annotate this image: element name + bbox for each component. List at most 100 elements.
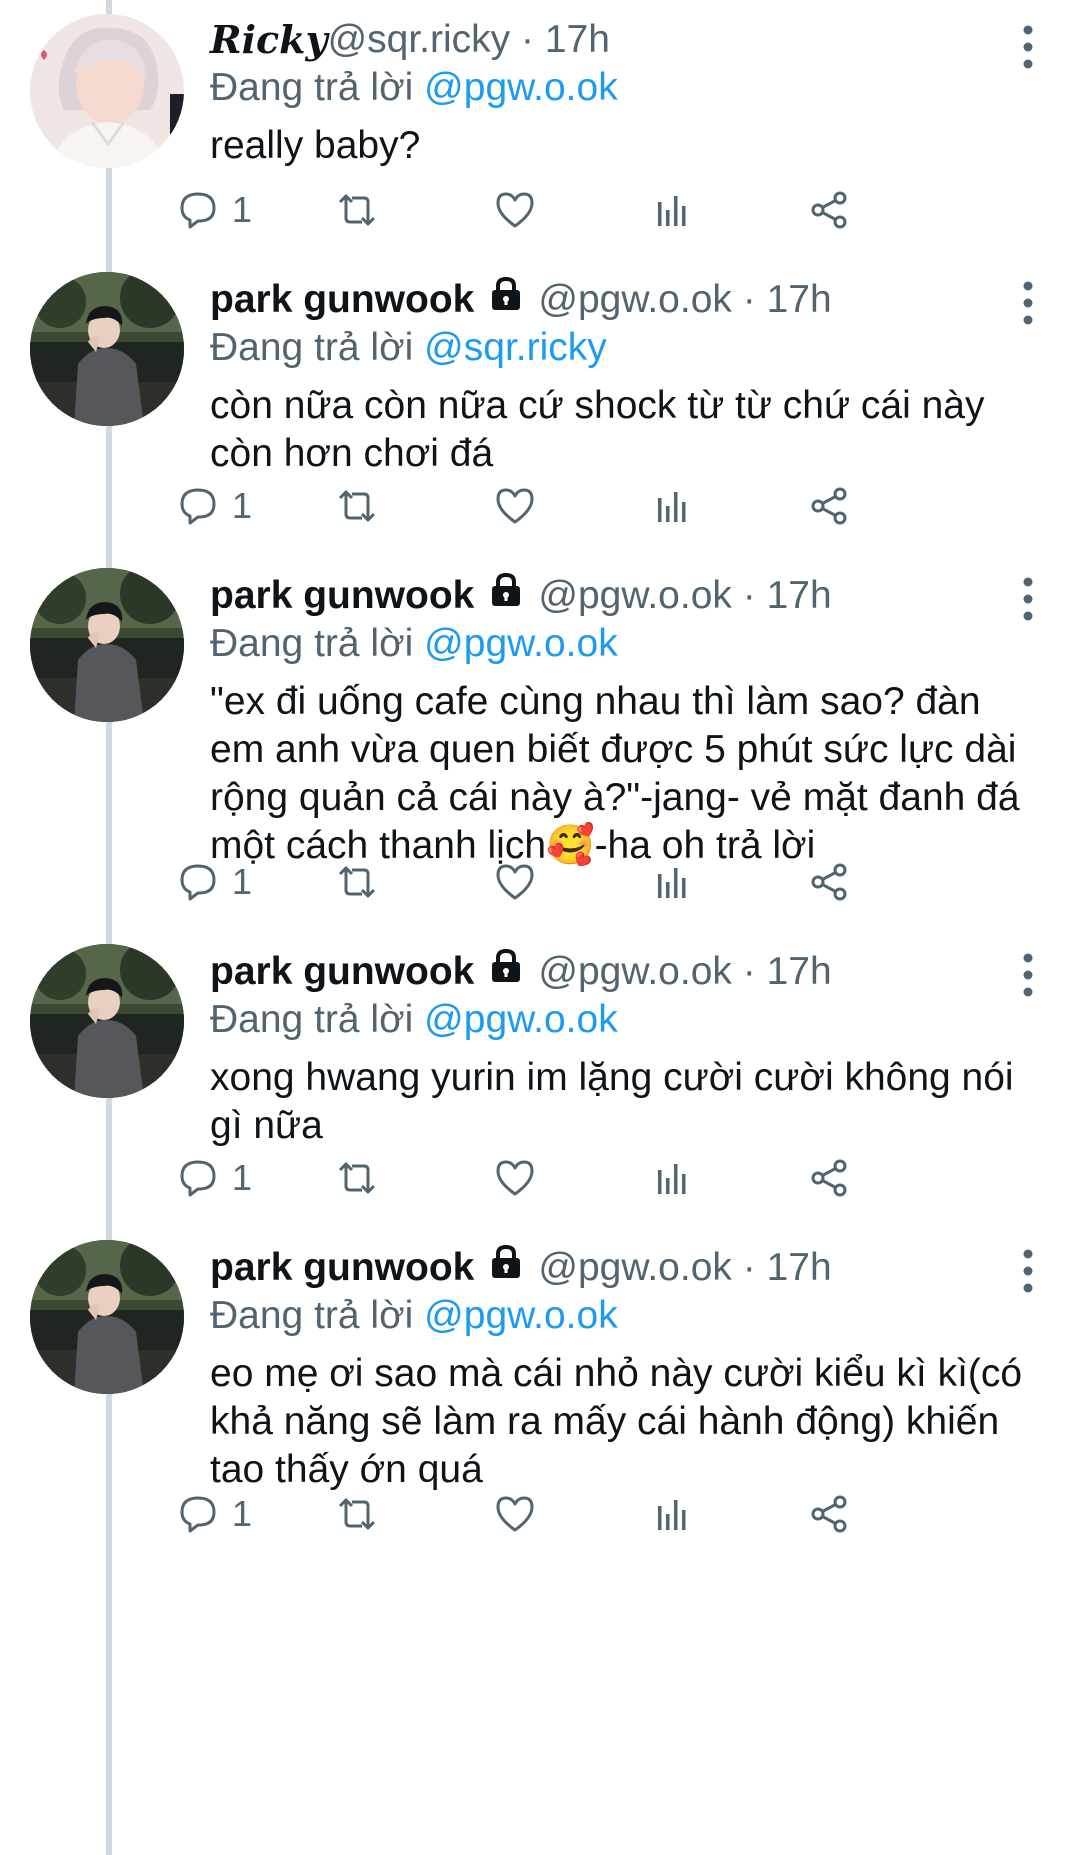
reply-context: Đang trả lời @pgw.o.ok bbox=[210, 1292, 1040, 1340]
timestamp[interactable]: 17h bbox=[545, 16, 610, 64]
tweet[interactable]: park gunwook @pgw.o.ok · 17h Đang trả lờ… bbox=[0, 568, 1080, 962]
tweet-text: eo mẹ ơi sao mà cái nhỏ này cười kiểu kì… bbox=[210, 1352, 1023, 1491]
tweet-text: "ex đi uống cafe cùng nhau thì làm sao? … bbox=[210, 680, 1020, 867]
retweet-button[interactable] bbox=[334, 476, 380, 536]
reply-button[interactable]: 1 bbox=[178, 852, 252, 912]
display-name[interactable]: Ricky bbox=[210, 16, 328, 64]
timestamp[interactable]: 17h bbox=[767, 572, 832, 620]
tweet[interactable]: park gunwook @pgw.o.ok · 17h Đang trả lờ… bbox=[0, 944, 1080, 1260]
more-vertical-icon[interactable] bbox=[1016, 22, 1040, 72]
views-icon bbox=[658, 1500, 686, 1530]
retweet-button[interactable] bbox=[334, 1148, 380, 1208]
reply-count: 1 bbox=[232, 485, 253, 526]
reply-button[interactable]: 1 bbox=[178, 1148, 252, 1208]
heart-icon bbox=[496, 1160, 534, 1196]
display-name[interactable]: park gunwook bbox=[210, 948, 474, 996]
share-button[interactable] bbox=[808, 476, 850, 536]
reply-context: Đang trả lời @sqr.ricky bbox=[210, 324, 1040, 372]
reply-label: Đang trả lời bbox=[210, 326, 425, 369]
views-button[interactable] bbox=[654, 1148, 690, 1208]
views-button[interactable] bbox=[654, 1484, 690, 1544]
tweet-actions: 1 bbox=[180, 476, 1010, 536]
heart-icon bbox=[496, 1496, 534, 1532]
lock-icon bbox=[488, 948, 524, 996]
reply-label: Đang trả lời bbox=[210, 66, 425, 109]
retweet-icon bbox=[338, 1162, 376, 1194]
retweet-button[interactable] bbox=[334, 852, 380, 912]
timestamp[interactable]: 17h bbox=[767, 948, 832, 996]
reply-icon bbox=[180, 1496, 216, 1533]
views-button[interactable] bbox=[654, 852, 690, 912]
views-button[interactable] bbox=[654, 180, 690, 240]
reply-count: 1 bbox=[232, 189, 253, 230]
tweet[interactable]: park gunwook @pgw.o.ok · 17h Đang trả lờ… bbox=[0, 272, 1080, 586]
avatar-image bbox=[30, 272, 184, 426]
like-button[interactable] bbox=[494, 1148, 536, 1208]
display-name[interactable]: park gunwook bbox=[210, 276, 474, 324]
reply-icon bbox=[180, 488, 216, 525]
avatar[interactable] bbox=[30, 1240, 184, 1394]
avatar[interactable] bbox=[30, 944, 184, 1098]
share-icon bbox=[811, 191, 847, 229]
avatar-image bbox=[30, 944, 184, 1098]
avatar[interactable] bbox=[30, 14, 184, 168]
reply-count: 1 bbox=[232, 861, 253, 902]
handle[interactable]: @sqr.ricky bbox=[328, 16, 511, 64]
like-button[interactable] bbox=[494, 1484, 536, 1544]
lock-icon bbox=[488, 1244, 524, 1292]
views-icon bbox=[658, 1164, 686, 1194]
avatar[interactable] bbox=[30, 272, 184, 426]
reply-icon bbox=[180, 1160, 216, 1197]
handle[interactable]: @pgw.o.ok bbox=[538, 572, 732, 620]
tweet-header: park gunwook @pgw.o.ok · 17h bbox=[210, 948, 1040, 996]
reply-mention[interactable]: @pgw.o.ok bbox=[424, 622, 618, 665]
share-button[interactable] bbox=[808, 852, 850, 912]
views-icon bbox=[658, 196, 686, 226]
share-button[interactable] bbox=[808, 180, 850, 240]
like-button[interactable] bbox=[494, 476, 536, 536]
handle[interactable]: @pgw.o.ok bbox=[538, 1244, 732, 1292]
timestamp[interactable]: 17h bbox=[767, 276, 832, 324]
retweet-button[interactable] bbox=[334, 180, 380, 240]
tweet-text: xong hwang yurin im lặng cười cười không… bbox=[210, 1056, 1014, 1147]
tweet[interactable]: park gunwook @pgw.o.ok · 17h Đang trả lờ… bbox=[0, 1240, 1080, 1855]
share-button[interactable] bbox=[808, 1148, 850, 1208]
handle[interactable]: @pgw.o.ok bbox=[538, 948, 732, 996]
reply-button[interactable]: 1 bbox=[178, 180, 252, 240]
heart-icon bbox=[496, 192, 534, 228]
timestamp[interactable]: 17h bbox=[767, 1244, 832, 1292]
reply-mention[interactable]: @pgw.o.ok bbox=[424, 66, 618, 109]
like-button[interactable] bbox=[494, 852, 536, 912]
more-vertical-icon[interactable] bbox=[1016, 574, 1040, 624]
views-button[interactable] bbox=[654, 476, 690, 536]
reply-context: Đang trả lời @pgw.o.ok bbox=[210, 996, 1040, 1044]
reply-icon bbox=[180, 192, 216, 229]
reply-context: Đang trả lời @pgw.o.ok bbox=[210, 620, 1040, 668]
avatar[interactable] bbox=[30, 568, 184, 722]
reply-button[interactable]: 1 bbox=[178, 476, 252, 536]
display-name[interactable]: park gunwook bbox=[210, 572, 474, 620]
share-button[interactable] bbox=[808, 1484, 850, 1544]
avatar-image bbox=[30, 568, 184, 722]
tweet-header: park gunwook @pgw.o.ok · 17h bbox=[210, 572, 1040, 620]
reply-mention[interactable]: @sqr.ricky bbox=[424, 326, 607, 369]
handle[interactable]: @pgw.o.ok bbox=[538, 276, 732, 324]
more-vertical-icon[interactable] bbox=[1016, 950, 1040, 1000]
reply-mention[interactable]: @pgw.o.ok bbox=[424, 1294, 618, 1337]
like-button[interactable] bbox=[494, 180, 536, 240]
separator: · bbox=[731, 278, 767, 321]
retweet-icon bbox=[338, 490, 376, 522]
tweet-text: còn nữa còn nữa cứ shock từ từ chứ cái n… bbox=[210, 384, 985, 475]
retweet-button[interactable] bbox=[334, 1484, 380, 1544]
heart-icon bbox=[496, 864, 534, 900]
display-name[interactable]: park gunwook bbox=[210, 1244, 474, 1292]
tweet-actions: 1 bbox=[180, 1484, 1010, 1544]
reply-mention[interactable]: @pgw.o.ok bbox=[424, 998, 618, 1041]
reply-button[interactable]: 1 bbox=[178, 1484, 252, 1544]
share-icon bbox=[811, 1159, 847, 1197]
more-vertical-icon[interactable] bbox=[1016, 1246, 1040, 1296]
reply-count: 1 bbox=[232, 1157, 253, 1198]
reply-icon bbox=[180, 864, 216, 901]
more-vertical-icon[interactable] bbox=[1016, 278, 1040, 328]
tweet[interactable]: Ricky @sqr.ricky · 17h Đang trả lời @pgw… bbox=[0, 0, 1080, 290]
